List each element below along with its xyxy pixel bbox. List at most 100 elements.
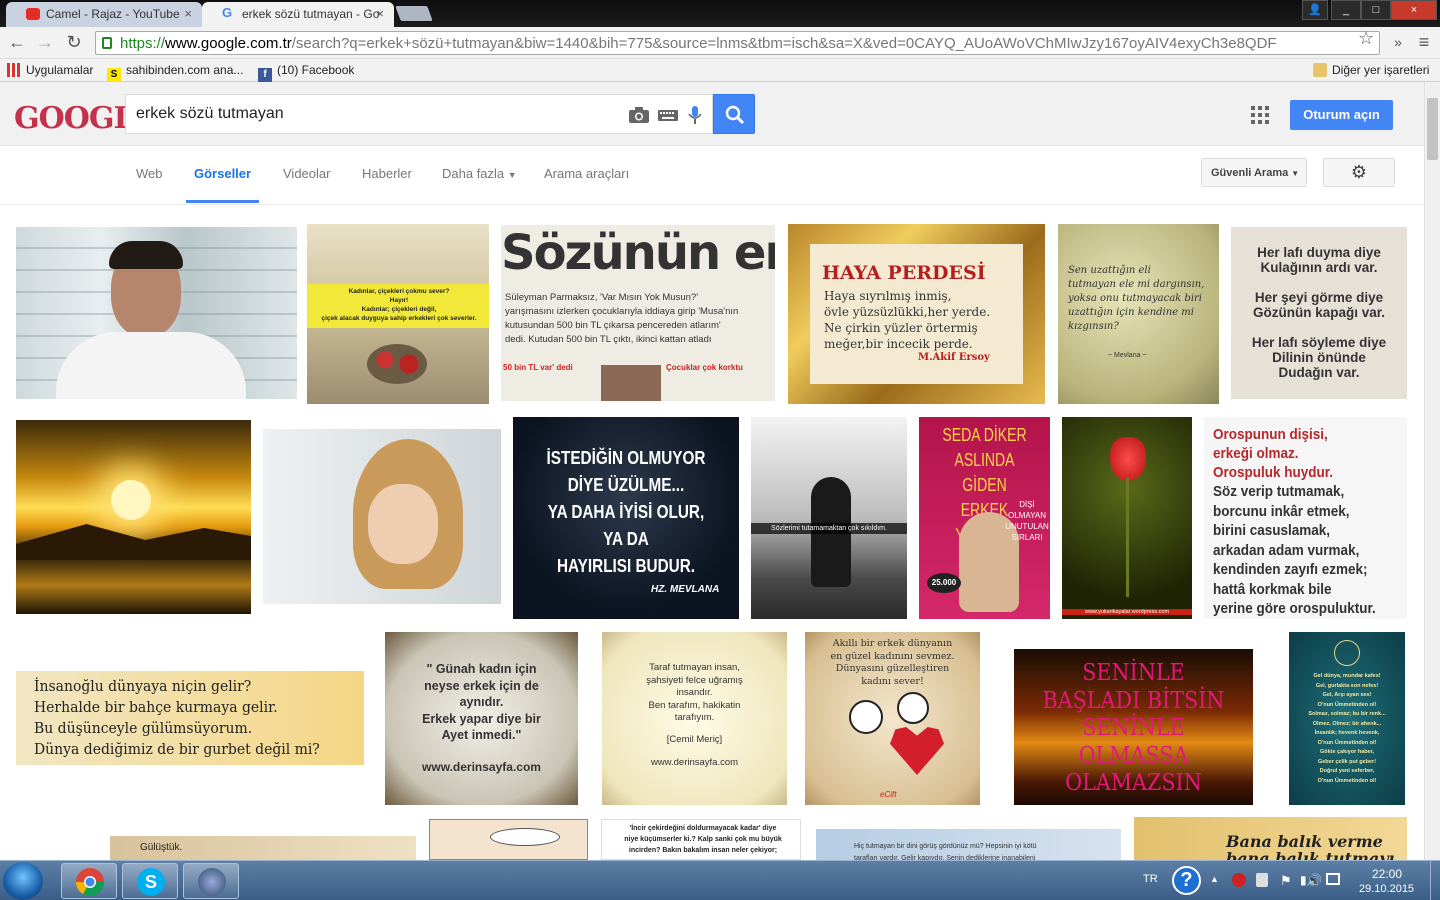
quote-text: Taraf tutmayan insan, şahsiyeti felce uğ… — [646, 662, 743, 723]
tab-search-tools[interactable]: Arama araçları — [544, 166, 629, 181]
image-result[interactable]: 'İncir çekirdeğini doldurmayacak kadar' … — [601, 819, 801, 860]
safesearch-dropdown[interactable]: Güvenli Arama ▼ — [1201, 158, 1307, 187]
calligraphy-icon — [1334, 640, 1360, 666]
vertical-scrollbar[interactable] — [1424, 82, 1440, 860]
image-result[interactable]: Her lafı duyma diye Kulağının ardı var. … — [1231, 227, 1407, 399]
bookmarks-bar: Uygulamalar Ssahibinden.com ana... f (10)… — [0, 59, 1440, 82]
image-result[interactable]: Taraf tutmayan insan, şahsiyeti felce uğ… — [602, 632, 787, 805]
new-tab-button[interactable] — [395, 6, 433, 21]
bookmark-apps[interactable]: Uygulamalar — [7, 63, 93, 77]
microphone-icon[interactable] — [684, 105, 706, 125]
quote-text: İSTEDİĞİN OLMUYOR DİYE ÜZÜLME... YA DAHA… — [546, 448, 706, 576]
skype-taskbar-button[interactable]: S — [122, 863, 178, 899]
minimize-button[interactable]: _ — [1331, 0, 1361, 20]
image-result[interactable]: Hiç tutmayan bir dini görüş gördünüz mü?… — [816, 829, 1121, 860]
show-hidden-icons-icon[interactable]: ▲ — [1210, 874, 1219, 884]
windows-start-button[interactable] — [3, 862, 43, 900]
bookmark-label: Diğer yer işaretleri — [1332, 63, 1430, 77]
forward-arrow-icon[interactable]: → — [35, 32, 55, 52]
image-result[interactable] — [263, 429, 501, 604]
bookmark-label: (10) Facebook — [277, 63, 355, 77]
facebook-icon: f — [258, 68, 272, 82]
image-result[interactable]: SENİNLE BAŞLADI BİTSİN SENİNLE OLMASSA O… — [1004, 632, 1263, 805]
system-tray: TR ? ▲ ⚑ ▮ 🔊 22:00 29.10.2015 — [1140, 861, 1440, 900]
flowers — [367, 344, 427, 384]
volume-icon[interactable]: 🔊 — [1306, 873, 1322, 889]
bookmark-facebook[interactable]: f (10) Facebook — [258, 63, 354, 82]
search-input[interactable]: erkek sözü tutmayan — [125, 94, 713, 134]
tray-app-icon[interactable] — [1232, 873, 1246, 887]
user-icon[interactable]: 👤 — [1302, 0, 1328, 20]
tray-app-icon-2[interactable] — [1256, 873, 1268, 887]
reload-icon[interactable]: ↻ — [64, 32, 84, 52]
person-hair — [109, 241, 183, 269]
language-indicator[interactable]: TR — [1143, 873, 1158, 885]
chrome-taskbar-button[interactable] — [61, 863, 117, 899]
tab-youtube[interactable]: Camel - Rajaz - YouTube × — [6, 2, 202, 27]
back-arrow-icon[interactable]: ← — [7, 32, 27, 52]
image-result[interactable]: İSTEDİĞİN OLMUYOR DİYE ÜZÜLME... YA DAHA… — [513, 417, 739, 619]
show-desktop-button[interactable] — [1430, 861, 1440, 900]
image-result[interactable]: Bana balık verme bana balık tutmayı da — [1134, 817, 1407, 860]
quote-author: ~ Mevlana ~ — [1108, 352, 1147, 359]
image-result[interactable]: Gel dünya, mundar kafes! Gel, gurlakta s… — [1289, 632, 1405, 805]
image-result[interactable]: İnsanoğlu dünyaya niçin gelir? Herhalde … — [16, 671, 364, 765]
image-result[interactable] — [429, 819, 588, 860]
signin-button[interactable]: Oturum açın — [1290, 100, 1393, 130]
search-type-tabs: Web Görseller Videolar Haberler Daha faz… — [0, 146, 1424, 205]
media-player-taskbar-button[interactable] — [183, 863, 239, 899]
quote-text: Her lafı duyma diye Kulağının ardı var. … — [1251, 245, 1387, 380]
image-result[interactable]: Sözünün eri Süleyman Parmaksız, 'Var Mıs… — [501, 225, 775, 401]
image-result[interactable]: HAYA PERDESİ Haya sıyrılmış inmiş, övle … — [788, 224, 1045, 404]
menu-icon[interactable]: ≡ — [1414, 32, 1434, 52]
image-caption: Gülüştük. — [140, 842, 183, 853]
navigation-bar: ← → ↻ https://www.google.com.tr/search?q… — [0, 27, 1440, 59]
image-result[interactable]: www.yukarikayalar.wordpress.com — [1062, 417, 1192, 619]
close-tab-icon[interactable]: × — [184, 6, 192, 21]
keyboard-icon[interactable] — [657, 105, 679, 125]
article-footer-left: 50 bin TL var' dedi — [503, 363, 573, 372]
tab-more[interactable]: Daha fazla ▼ — [442, 166, 517, 181]
clock-time[interactable]: 22:00 — [1372, 867, 1402, 881]
image-result[interactable]: Akıllı bir erkek dünyanın en güzel kadın… — [805, 632, 980, 805]
image-result[interactable]: Orospunun dişisi, erkeği olmaz. Orospulu… — [1204, 417, 1407, 619]
image-result[interactable]: Sen uzattığın eli tutmayan ele mi dargın… — [1058, 224, 1219, 404]
image-result[interactable]: SEDA DİKER ASLINDA GİDEN ERKEK YOKTUR Dİ… — [919, 417, 1050, 619]
screen: Camel - Rajaz - YouTube × G erkek sözü t… — [0, 0, 1440, 900]
tab-images[interactable]: Görseller — [194, 166, 251, 181]
tab-web[interactable]: Web — [136, 166, 163, 181]
apps-grid-icon — [7, 63, 21, 77]
bookmark-star-icon[interactable]: ☆ — [1358, 28, 1374, 49]
gear-icon[interactable]: ⚙ — [1323, 158, 1395, 187]
scrollbar-thumb[interactable] — [1427, 98, 1438, 160]
tab-google-search[interactable]: G erkek sözü tutmayan - Go × — [202, 2, 394, 28]
article-text: Süleyman Parmaksız, 'Var Mısın Yok Musun… — [505, 292, 739, 345]
image-result[interactable] — [16, 420, 251, 614]
image-result[interactable]: Gülüştük. — [110, 836, 416, 860]
address-bar[interactable]: https://www.google.com.tr/search?q=erkek… — [95, 31, 1380, 55]
power-icon[interactable] — [1326, 873, 1340, 885]
action-center-flag-icon[interactable]: ⚑ — [1280, 873, 1292, 889]
close-tab-icon[interactable]: × — [376, 6, 384, 21]
extensions-chevron[interactable]: » — [1388, 32, 1408, 52]
image-result[interactable]: " Günah kadın için neyse erkek için de a… — [385, 632, 578, 805]
article-footer-right: Çocuklar çok korktu — [666, 363, 743, 372]
camera-icon[interactable] — [628, 105, 650, 125]
google-apps-icon[interactable] — [1251, 106, 1269, 124]
close-window-button[interactable]: × — [1391, 0, 1437, 20]
tab-title: Camel - Rajaz - YouTube — [46, 7, 180, 21]
bookmark-other-folder[interactable]: Diğer yer işaretleri — [1313, 63, 1429, 77]
clock-date[interactable]: 29.10.2015 — [1359, 883, 1414, 895]
image-result[interactable] — [16, 227, 297, 399]
image-result[interactable]: Kadınlar, çiçekleri çokmu sever? Hayır! … — [307, 224, 489, 404]
image-result[interactable]: Sözlerimi tutamamaktan çok sıkıldım. — [751, 417, 907, 619]
search-button[interactable] — [713, 94, 755, 134]
help-icon[interactable]: ? — [1172, 866, 1201, 895]
bookmark-sahibinden[interactable]: Ssahibinden.com ana... — [107, 63, 243, 82]
tab-videos[interactable]: Videolar — [283, 166, 330, 181]
tab-news[interactable]: Haberler — [362, 166, 412, 181]
quote-author: HZ. MEVLANA — [651, 584, 720, 595]
bookmark-label: Uygulamalar — [26, 63, 94, 77]
quote-text: Söz verip tutmamak, borcunu inkâr etmek,… — [1213, 483, 1376, 617]
maximize-button[interactable]: □ — [1361, 0, 1391, 20]
